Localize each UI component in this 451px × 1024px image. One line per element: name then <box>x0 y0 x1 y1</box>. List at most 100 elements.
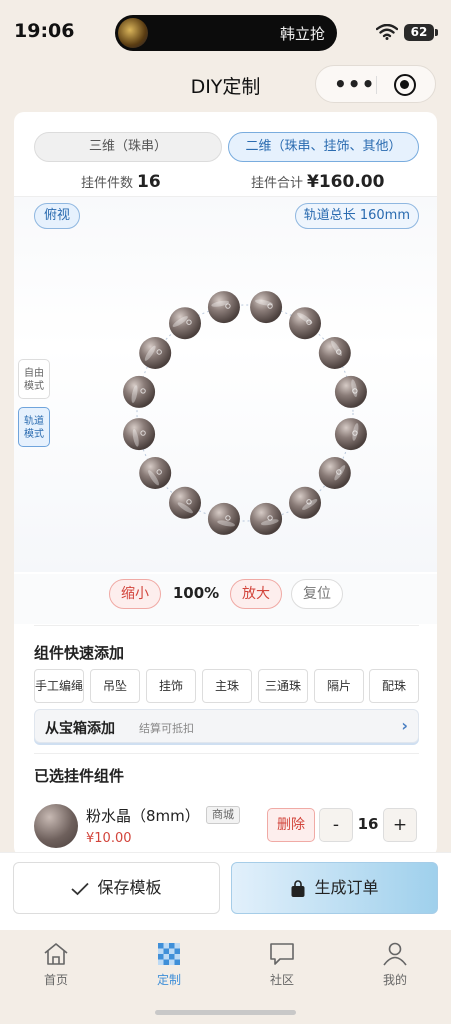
bead[interactable] <box>207 291 240 324</box>
tab-mine-label: 我的 <box>382 973 407 987</box>
rail-mode-label: 轨道模式 <box>24 416 44 440</box>
chip-pendant[interactable]: 吊坠 <box>90 669 140 703</box>
bead-body <box>207 291 240 324</box>
bead-body <box>318 336 351 369</box>
free-mode-label: 自由模式 <box>24 368 44 392</box>
pendant-total-value: ¥160.00 <box>307 172 385 192</box>
bead[interactable] <box>289 307 322 340</box>
chip-charm[interactable]: 挂饰 <box>146 669 196 703</box>
wifi-icon <box>376 24 398 40</box>
tab-home[interactable]: 首页 <box>26 942 86 988</box>
pendant-count: 挂件件数 16 <box>81 172 161 192</box>
treasure-title: 从宝箱添加 <box>45 721 115 737</box>
more-dots-icon[interactable]: ••• <box>334 72 375 96</box>
chevron-right-icon: › <box>401 716 408 735</box>
zoom-in-button[interactable]: 放大 <box>230 579 282 609</box>
delete-button[interactable]: 删除 <box>267 808 315 842</box>
quick-add-chips: 手工编绳 吊坠 挂饰 主珠 三通珠 隔片 配珠 <box>34 669 419 703</box>
bead[interactable] <box>168 307 201 340</box>
bead[interactable] <box>139 336 172 369</box>
bead[interactable] <box>289 486 322 519</box>
item-price: ¥10.00 <box>86 831 132 846</box>
tab-customize-label: 定制 <box>156 973 181 987</box>
save-template-button[interactable]: 保存模板 <box>13 862 220 914</box>
pendant-count-value: 16 <box>137 172 161 192</box>
capsule-divider <box>376 76 377 94</box>
quantity-value[interactable]: 16 <box>354 815 382 833</box>
chip-accent-bead[interactable]: 配珠 <box>369 669 419 703</box>
checker-icon <box>158 943 180 965</box>
bead-body <box>139 457 172 490</box>
bead[interactable] <box>168 486 201 519</box>
bead-body <box>123 418 156 451</box>
bead-body <box>168 486 201 519</box>
caller-name: 韩立抢 <box>279 25 325 43</box>
list-item: 粉水晶（8mm） 商城 ¥10.00 删除 - 16 + <box>34 802 419 852</box>
treasure-add-row[interactable]: 从宝箱添加 结算可抵扣 › <box>34 709 419 743</box>
create-order-button[interactable]: 生成订单 <box>231 862 438 914</box>
bead-body <box>289 486 322 519</box>
bead[interactable] <box>250 502 283 535</box>
shopping-bag-icon <box>291 879 305 897</box>
bead-body <box>168 307 201 340</box>
chip-spacer[interactable]: 隔片 <box>314 669 364 703</box>
bead[interactable] <box>139 457 172 490</box>
bead[interactable] <box>318 457 351 490</box>
tab-community[interactable]: 社区 <box>252 942 312 988</box>
tab-mine[interactable]: 我的 <box>365 942 425 988</box>
mode-switch: 三维（珠串） 二维（珠串、挂饰、其他） <box>34 132 419 162</box>
dynamic-island[interactable]: 韩立抢 <box>115 15 337 51</box>
bead-thumbnail <box>34 804 78 848</box>
battery-indicator: 62 <box>404 24 438 41</box>
action-bar: 保存模板 生成订单 <box>0 852 451 930</box>
reset-button[interactable]: 复位 <box>291 579 343 609</box>
person-icon <box>383 942 407 966</box>
check-icon <box>71 882 90 895</box>
bead[interactable] <box>123 375 156 408</box>
caller-avatar <box>118 18 148 48</box>
chat-icon <box>270 943 294 965</box>
track-length-badge: 轨道总长 160mm <box>294 203 419 229</box>
bead[interactable] <box>318 336 351 369</box>
bead-ring[interactable] <box>14 197 437 572</box>
bead-body <box>139 336 172 369</box>
free-mode-button[interactable]: 自由模式 <box>18 359 50 399</box>
mode-2d-button[interactable]: 二维（珠串、挂饰、其他） <box>228 132 419 162</box>
status-time: 19:06 <box>14 20 75 42</box>
bead[interactable] <box>334 418 367 451</box>
rail-mode-button[interactable]: 轨道模式 <box>18 407 50 447</box>
bead[interactable] <box>334 375 367 408</box>
top-view-button[interactable]: 俯视 <box>34 203 81 229</box>
bead-body <box>334 375 367 408</box>
bead-body <box>123 375 156 408</box>
tab-home-label: 首页 <box>43 973 68 987</box>
increase-button[interactable]: + <box>383 808 417 842</box>
home-indicator <box>155 1010 296 1015</box>
bead-body <box>250 291 283 324</box>
bead[interactable] <box>207 502 240 535</box>
bead[interactable] <box>250 291 283 324</box>
zoom-level: 100% <box>172 584 220 602</box>
bead[interactable] <box>123 418 156 451</box>
divider <box>34 625 419 626</box>
chip-main-bead[interactable]: 主珠 <box>202 669 252 703</box>
home-icon <box>44 943 68 965</box>
mode-3d-button[interactable]: 三维（珠串） <box>34 132 222 162</box>
tab-community-label: 社区 <box>269 973 294 987</box>
design-canvas[interactable]: 俯视 轨道总长 160mm 自由模式 轨道模式 <box>14 197 437 572</box>
bead-body <box>207 502 240 535</box>
decrease-button[interactable]: - <box>319 808 353 842</box>
bead-body <box>334 418 367 451</box>
bead-body <box>250 502 283 535</box>
treasure-subtitle: 结算可抵扣 <box>139 722 194 735</box>
status-bar: 19:06 韩立抢 62 <box>0 0 451 62</box>
tab-customize[interactable]: 定制 <box>139 942 199 988</box>
mini-program-close-icon[interactable] <box>394 74 416 96</box>
pendant-total-label: 挂件合计 <box>251 176 304 191</box>
zoom-controls: 缩小 100% 放大 复位 <box>14 574 437 624</box>
chip-handmade-rope[interactable]: 手工编绳 <box>34 669 84 703</box>
quick-add-title: 组件快速添加 <box>34 644 125 662</box>
customize-card: 三维（珠串） 二维（珠串、挂饰、其他） 挂件件数 16 挂件合计 ¥160.00 俯… <box>14 112 437 857</box>
chip-three-way-bead[interactable]: 三通珠 <box>258 669 308 703</box>
zoom-out-button[interactable]: 缩小 <box>109 579 161 609</box>
